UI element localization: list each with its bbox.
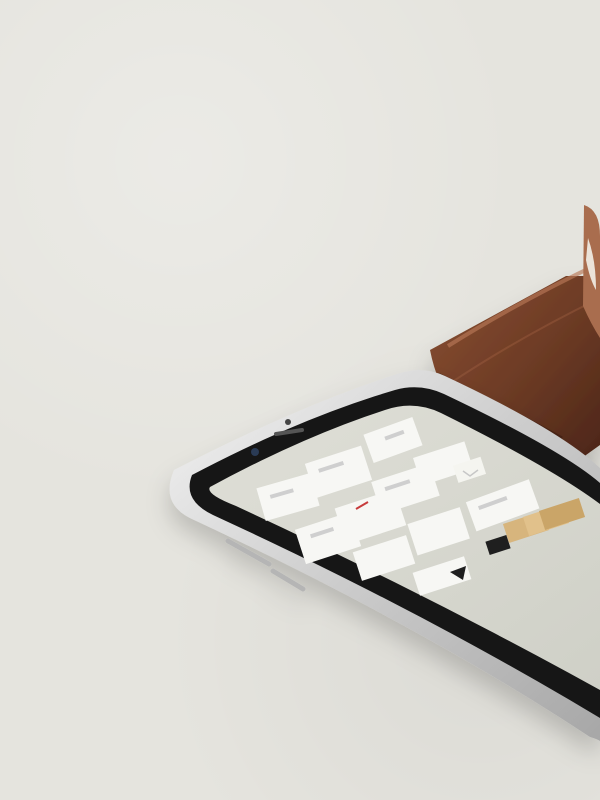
- product-photo-scene: [0, 0, 600, 800]
- scene-illustration: [169, 205, 600, 741]
